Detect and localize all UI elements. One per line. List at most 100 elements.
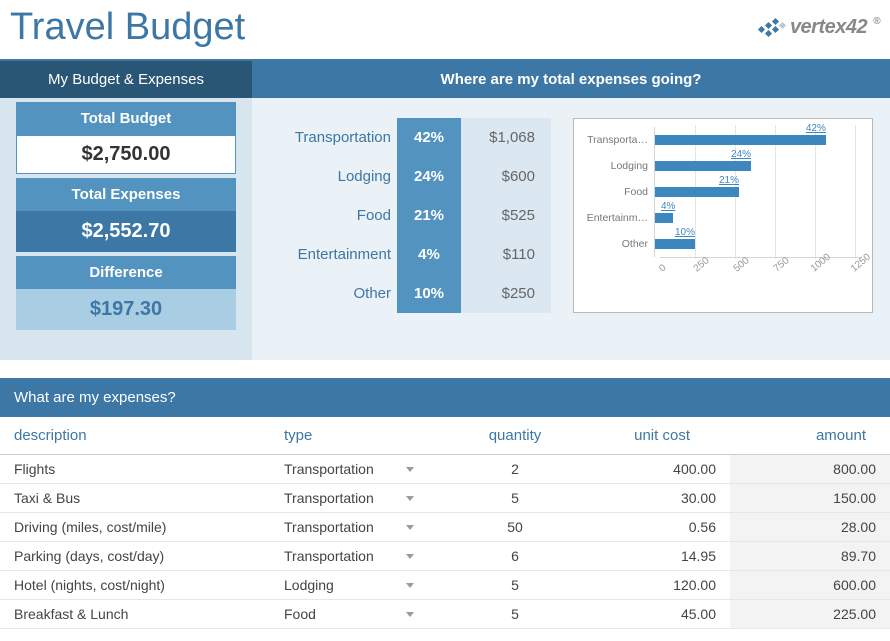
expense-amount: 89.70 [730,542,890,571]
chart-category-label: Food [580,186,654,198]
breakdown-row-amount: $525 [461,196,551,235]
breakdown-row-pct: 21% [397,196,461,235]
chevron-down-icon[interactable] [406,496,414,501]
total-expenses-label: Total Expenses [16,178,236,211]
breakdown-row-label: Other [252,274,397,313]
expense-description[interactable]: Breakfast & Lunch [0,600,270,629]
expense-amount: 225.00 [730,600,890,629]
breakdown-row-label: Lodging [252,157,397,196]
table-row: Driving (miles, cost/mile)Transportation… [0,513,890,542]
chevron-down-icon[interactable] [406,612,414,617]
expense-unit-cost[interactable]: 120.00 [570,571,730,600]
chart-category-label: Lodging [580,160,654,172]
chart-bar-label: 42% [806,123,826,134]
col-quantity[interactable]: quantity [460,417,570,455]
col-unit-cost[interactable]: unit cost [570,417,730,455]
expenses-title: What are my expenses? [0,378,890,417]
page-title: Travel Budget [10,6,245,49]
difference-label: Difference [16,256,236,289]
expense-quantity[interactable]: 50 [460,513,570,542]
chart-bar-label: 4% [661,201,675,212]
expense-quantity[interactable]: 5 [460,484,570,513]
expense-unit-cost[interactable]: 14.95 [570,542,730,571]
expense-unit-cost[interactable]: 400.00 [570,455,730,484]
chart-row: Other10% [580,231,862,257]
chart-row: Food21% [580,179,862,205]
breakdown-row-pct: 42% [397,118,461,157]
breakdown-panel: Where are my total expenses going? Trans… [252,61,890,360]
breakdown-row-pct: 24% [397,157,461,196]
total-budget-value[interactable]: $2,750.00 [16,135,236,174]
breakdown-chart: Transporta…42%Lodging24%Food21%Entertain… [573,118,873,313]
table-row: Breakfast & LunchFood545.00225.00 [0,600,890,629]
expenses-table: description type quantity unit cost amou… [0,417,890,629]
chart-bar-label: 21% [719,175,739,186]
expense-description[interactable]: Taxi & Bus [0,484,270,513]
chevron-down-icon[interactable] [406,525,414,530]
table-row: Hotel (nights, cost/night)Lodging5120.00… [0,571,890,600]
chart-bar-track: 10% [654,231,862,257]
chart-row: Transporta…42% [580,127,862,153]
expenses-section: What are my expenses? description type q… [0,378,890,629]
expense-quantity[interactable]: 6 [460,542,570,571]
expense-type-dropdown[interactable]: Transportation [270,513,460,542]
chart-bar [655,187,739,197]
summary-section: My Budget & Expenses Total Budget $2,750… [0,61,890,360]
chart-x-axis: 025050075010001250 [660,257,862,285]
chevron-down-icon[interactable] [406,554,414,559]
expense-unit-cost[interactable]: 30.00 [570,484,730,513]
expense-quantity[interactable]: 2 [460,455,570,484]
chart-category-label: Entertainm… [580,212,654,224]
chart-row: Entertainm…4% [580,205,862,231]
expense-unit-cost[interactable]: 45.00 [570,600,730,629]
breakdown-row-amount: $110 [461,235,551,274]
expense-quantity[interactable]: 5 [460,571,570,600]
expense-amount: 600.00 [730,571,890,600]
table-row: Parking (days, cost/day)Transportation61… [0,542,890,571]
expense-type-dropdown[interactable]: Transportation [270,542,460,571]
expense-unit-cost[interactable]: 0.56 [570,513,730,542]
chevron-down-icon[interactable] [406,467,414,472]
col-type[interactable]: type [270,417,460,455]
expense-type-dropdown[interactable]: Lodging [270,571,460,600]
breakdown-row-pct: 4% [397,235,461,274]
expense-description[interactable]: Driving (miles, cost/mile) [0,513,270,542]
chart-bar-label: 24% [731,149,751,160]
expense-quantity[interactable]: 5 [460,600,570,629]
chart-tick-label: 0 [657,262,668,274]
chart-tick-label: 750 [772,255,792,274]
expense-amount: 150.00 [730,484,890,513]
expense-description[interactable]: Parking (days, cost/day) [0,542,270,571]
col-amount[interactable]: amount [730,417,890,455]
chevron-down-icon[interactable] [406,583,414,588]
breakdown-row-amount: $250 [461,274,551,313]
difference-value: $197.30 [16,289,236,330]
vertex42-reg-mark: ® [873,16,880,27]
expense-type-dropdown[interactable]: Transportation [270,484,460,513]
expense-description[interactable]: Hotel (nights, cost/night) [0,571,270,600]
vertex42-logo: vertex42 ® [756,16,880,39]
breakdown-title: Where are my total expenses going? [252,61,890,98]
breakdown-row-label: Food [252,196,397,235]
expense-description[interactable]: Flights [0,455,270,484]
table-row: Taxi & BusTransportation530.00150.00 [0,484,890,513]
chart-bar [655,135,826,145]
chart-tick-label: 250 [692,255,712,274]
total-budget-label: Total Budget [16,102,236,135]
budget-summary-panel: My Budget & Expenses Total Budget $2,750… [0,61,252,360]
chart-bar-label: 10% [675,227,695,238]
page-header: Travel Budget vertex42 ® [0,0,890,61]
chart-bar-track: 24% [654,153,862,179]
total-expenses-value: $2,552.70 [16,211,236,252]
col-description[interactable]: description [0,417,270,455]
chart-bar-track: 21% [654,179,862,205]
expense-amount: 28.00 [730,513,890,542]
table-row: FlightsTransportation2400.00800.00 [0,455,890,484]
vertex42-logo-text: vertex42 [790,16,867,39]
chart-category-label: Other [580,238,654,250]
expense-type-dropdown[interactable]: Transportation [270,455,460,484]
vertex42-logo-mark [756,17,784,39]
chart-bar [655,213,673,223]
expense-type-dropdown[interactable]: Food [270,600,460,629]
chart-tick-label: 500 [732,255,752,274]
